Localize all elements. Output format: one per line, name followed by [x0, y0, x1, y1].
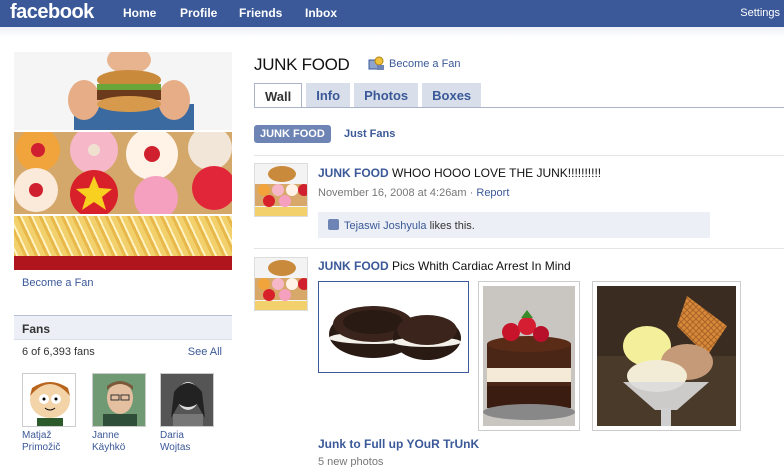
nav-friends[interactable]: Friends [239, 6, 282, 20]
tab-wall[interactable]: Wall [254, 83, 303, 107]
likes-suffix: likes this. [426, 220, 475, 232]
facebook-logo[interactable]: facebook [10, 1, 94, 24]
see-all-fans-link[interactable]: See All [188, 346, 222, 358]
fan-item[interactable]: Matjaž Primožič [22, 373, 78, 454]
report-link[interactable]: Report [476, 187, 509, 199]
divider [254, 248, 784, 249]
album-title-link[interactable]: Junk to Full up YOuR TrUnK [318, 437, 479, 451]
fan-name-first[interactable]: Janne [92, 430, 152, 442]
post-meta: November 16, 2008 at 4:26am · Report [318, 187, 509, 199]
fans-box: Fans 6 of 6,393 fans See All Matjaž Prim… [14, 315, 232, 467]
fan-name-last[interactable]: Primožič [22, 442, 82, 454]
likes-box: Tejaswi Joshyula likes this. [318, 212, 710, 238]
album-photo-count: 5 new photos [318, 456, 384, 467]
photo-cake[interactable] [478, 281, 580, 431]
post-author-link[interactable]: JUNK FOOD [318, 259, 389, 273]
fan-name-first[interactable]: Daria [160, 430, 220, 442]
avatar[interactable] [92, 373, 146, 427]
become-fan-button[interactable]: Become a Fan [368, 56, 461, 71]
tab-info[interactable]: Info [306, 83, 351, 107]
become-fan-link-sidebar[interactable]: Become a Fan [22, 277, 94, 289]
post-text: Pics Whith Cardiac Arrest In Mind [388, 259, 571, 273]
person-eating-burger-image [14, 52, 232, 130]
subbar [0, 27, 784, 37]
avatar[interactable] [22, 373, 76, 427]
top-navigation-bar: facebook Home Profile Friends Inbox Sett… [0, 0, 784, 27]
post-body: JUNK FOOD Pics Whith Cardiac Arrest In M… [318, 259, 571, 273]
nav-inbox[interactable]: Inbox [305, 6, 337, 20]
meta-separator: · [466, 187, 477, 199]
like-thumb-icon [328, 219, 339, 230]
nav-profile[interactable]: Profile [180, 6, 217, 20]
page-tabs: Wall Info Photos Boxes [254, 83, 485, 107]
fan-item[interactable]: Daria Wojtas [160, 373, 216, 454]
profile-picture[interactable] [14, 52, 232, 270]
filter-page-posts[interactable]: JUNK FOOD [254, 125, 331, 143]
nav-settings[interactable]: Settings [740, 7, 780, 19]
photo-oreo[interactable] [318, 281, 469, 373]
nav-home[interactable]: Home [123, 6, 156, 20]
fan-name-last[interactable]: Käyhkö [92, 442, 152, 454]
filter-just-fans[interactable]: Just Fans [344, 128, 395, 140]
post-author-thumbnail[interactable] [254, 257, 308, 311]
post-body: JUNK FOOD WHOO HOOO LOVE THE JUNK!!!!!!!… [318, 166, 601, 180]
post-author-thumbnail[interactable] [254, 163, 308, 217]
liker-name-link[interactable]: Tejaswi Joshyula [344, 220, 427, 232]
divider [254, 155, 784, 156]
post-text: WHOO HOOO LOVE THE JUNK!!!!!!!!!! [388, 166, 602, 180]
fan-icon [368, 56, 384, 70]
fans-count: 6 of 6,393 fans [22, 346, 95, 358]
tab-boxes[interactable]: Boxes [422, 83, 482, 107]
fan-name-last[interactable]: Wojtas [160, 442, 220, 454]
fan-item[interactable]: Janne Käyhkö [92, 373, 148, 454]
post-author-link[interactable]: JUNK FOOD [318, 166, 389, 180]
photo-ice-cream[interactable] [592, 281, 741, 431]
post-timestamp: November 16, 2008 at 4:26am [318, 187, 467, 199]
fries-image [14, 214, 232, 270]
fans-title: Fans [14, 316, 232, 340]
tabs-divider [254, 107, 784, 108]
page-title: JUNK FOOD [254, 55, 350, 74]
tab-photos[interactable]: Photos [354, 83, 419, 107]
avatar[interactable] [160, 373, 214, 427]
fan-name-first[interactable]: Matjaž [22, 430, 82, 442]
become-fan-label: Become a Fan [389, 57, 461, 70]
